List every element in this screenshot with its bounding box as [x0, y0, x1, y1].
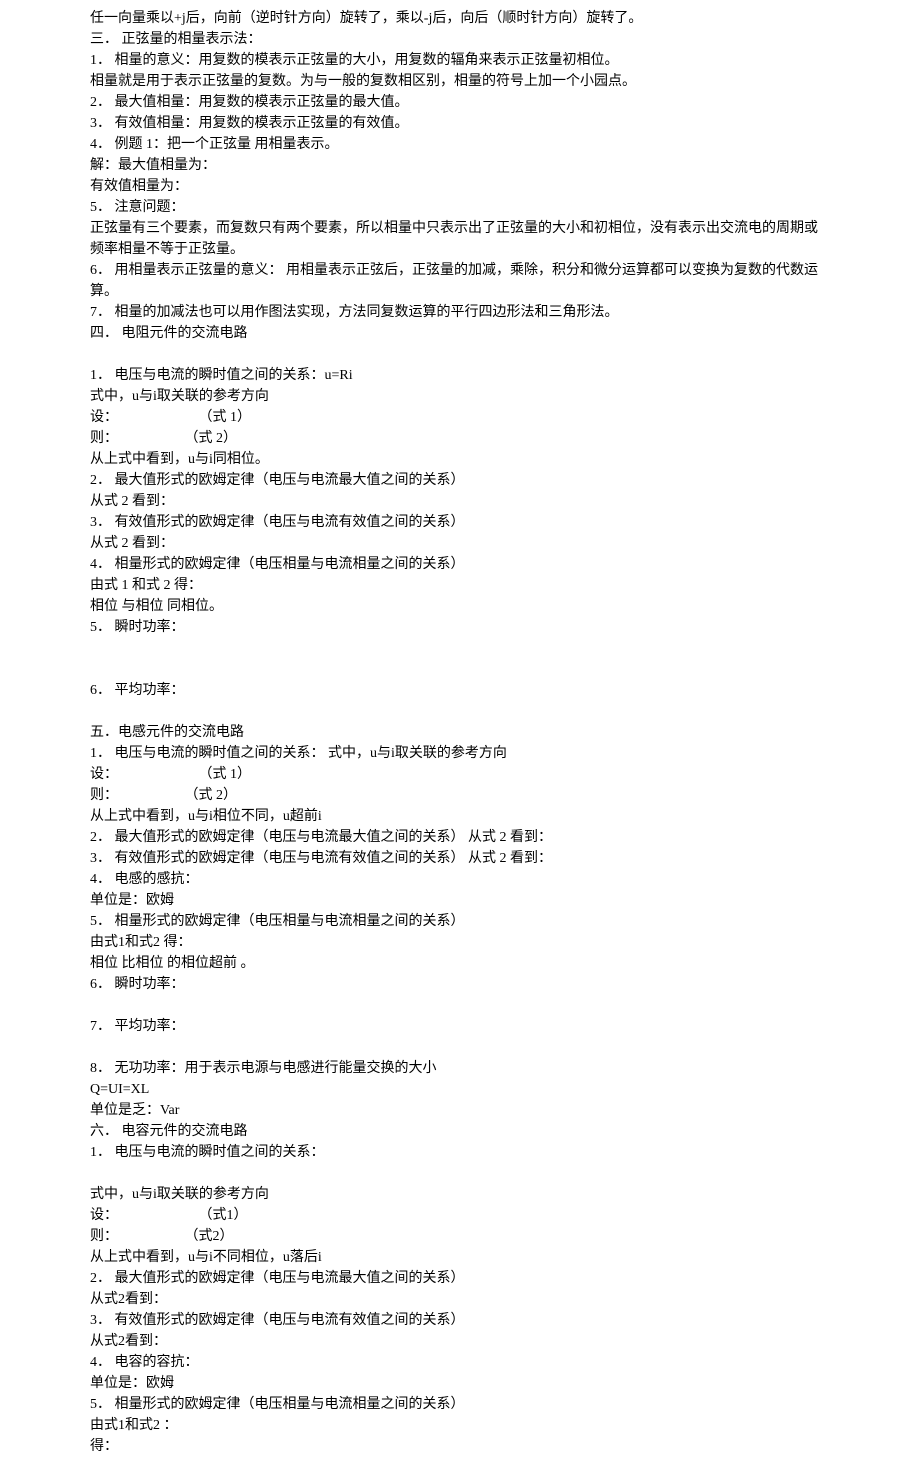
text-line: 式中，u与i取关联的参考方向	[90, 1184, 830, 1205]
text-line: 5． 相量形式的欧姆定律（电压相量与电流相量之间的关系）	[90, 911, 830, 932]
text-line	[90, 638, 830, 659]
text-line: 由式 1 和式 2 得：	[90, 575, 830, 596]
text-line: 设： （式1）	[90, 1205, 830, 1226]
text-line	[90, 344, 830, 365]
text-line: 单位是乏：Var	[90, 1100, 830, 1121]
text-line: 6． 瞬时功率：	[90, 974, 830, 995]
text-line: 正弦量有三个要素，而复数只有两个要素，所以相量中只表示出了正弦量的大小和初相位，…	[90, 218, 830, 260]
text-line: 4． 电感的感抗：	[90, 869, 830, 890]
text-line: 单位是：欧姆	[90, 890, 830, 911]
text-line: 从上式中看到，u与i不同相位，u落后i	[90, 1247, 830, 1268]
text-line: 8． 无功功率：用于表示电源与电感进行能量交换的大小	[90, 1058, 830, 1079]
text-line: 相位 比相位 的相位超前 。	[90, 953, 830, 974]
text-line: 3． 有效值形式的欧姆定律（电压与电流有效值之间的关系）	[90, 512, 830, 533]
text-line	[90, 1163, 830, 1184]
text-line: 4． 电容的容抗：	[90, 1352, 830, 1373]
text-line: 1． 电压与电流的瞬时值之间的关系：u=Ri	[90, 365, 830, 386]
text-line: 六． 电容元件的交流电路	[90, 1121, 830, 1142]
text-line: 1． 电压与电流的瞬时值之间的关系： 式中，u与i取关联的参考方向	[90, 743, 830, 764]
text-line: 6． 用相量表示正弦量的意义： 用相量表示正弦后，正弦量的加减，乘除，积分和微分…	[90, 260, 830, 302]
text-line: 四． 电阻元件的交流电路	[90, 323, 830, 344]
text-line: 相量就是用于表示正弦量的复数。为与一般的复数相区别，相量的符号上加一个小园点。	[90, 71, 830, 92]
text-line: 7． 相量的加减法也可以用作图法实现，方法同复数运算的平行四边形法和三角形法。	[90, 302, 830, 323]
text-line	[90, 1037, 830, 1058]
text-line: 从上式中看到，u与i相位不同，u超前i	[90, 806, 830, 827]
text-line: Q=UI=XL	[90, 1079, 830, 1100]
text-line: 从式2看到：	[90, 1289, 830, 1310]
text-line: 2． 最大值相量：用复数的模表示正弦量的最大值。	[90, 92, 830, 113]
text-line: 4． 例题 1：把一个正弦量 用相量表示。	[90, 134, 830, 155]
text-line: 由式1和式2 得：	[90, 932, 830, 953]
text-line: 5． 相量形式的欧姆定律（电压相量与电流相量之间的关系）	[90, 1394, 830, 1415]
text-line: 1． 电压与电流的瞬时值之间的关系：	[90, 1142, 830, 1163]
text-line: 解：最大值相量为：	[90, 155, 830, 176]
text-line: 由式1和式2 ：	[90, 1415, 830, 1436]
text-line: 从式2看到：	[90, 1331, 830, 1352]
text-line	[90, 995, 830, 1016]
text-line: 7． 平均功率：	[90, 1016, 830, 1037]
text-line: 3． 有效值形式的欧姆定律（电压与电流有效值之间的关系） 从式 2 看到：	[90, 848, 830, 869]
text-line: 2． 最大值形式的欧姆定律（电压与电流最大值之间的关系）	[90, 1268, 830, 1289]
text-line: 5． 注意问题：	[90, 197, 830, 218]
text-line: 相位 与相位 同相位。	[90, 596, 830, 617]
text-line: 1． 相量的意义：用复数的模表示正弦量的大小，用复数的辐角来表示正弦量初相位。	[90, 50, 830, 71]
text-line: 五．电感元件的交流电路	[90, 722, 830, 743]
document-content: 任一向量乘以+j后，向前（逆时针方向）旋转了，乘以-j后，向后（顺时针方向）旋转…	[90, 8, 830, 1457]
text-line: 从式 2 看到：	[90, 533, 830, 554]
text-line	[90, 659, 830, 680]
text-line: 6． 平均功率：	[90, 680, 830, 701]
text-line: 单位是：欧姆	[90, 1373, 830, 1394]
text-line: 4． 相量形式的欧姆定律（电压相量与电流相量之间的关系）	[90, 554, 830, 575]
text-line: 有效值相量为：	[90, 176, 830, 197]
text-line: 三． 正弦量的相量表示法：	[90, 29, 830, 50]
text-line: 3． 有效值相量：用复数的模表示正弦量的有效值。	[90, 113, 830, 134]
text-line: 2． 最大值形式的欧姆定律（电压与电流最大值之间的关系） 从式 2 看到：	[90, 827, 830, 848]
text-line: 2． 最大值形式的欧姆定律（电压与电流最大值之间的关系）	[90, 470, 830, 491]
text-line: 从上式中看到，u与i同相位。	[90, 449, 830, 470]
text-line: 则： （式 2）	[90, 785, 830, 806]
text-line: 式中，u与i取关联的参考方向	[90, 386, 830, 407]
text-line: 则： （式2）	[90, 1226, 830, 1247]
text-line: 3． 有效值形式的欧姆定律（电压与电流有效值之间的关系）	[90, 1310, 830, 1331]
text-line	[90, 701, 830, 722]
text-line: 从式 2 看到：	[90, 491, 830, 512]
text-line: 设： （式 1）	[90, 764, 830, 785]
text-line: 任一向量乘以+j后，向前（逆时针方向）旋转了，乘以-j后，向后（顺时针方向）旋转…	[90, 8, 830, 29]
text-line: 得：	[90, 1436, 830, 1457]
text-line: 则： （式 2）	[90, 428, 830, 449]
text-line: 5． 瞬时功率：	[90, 617, 830, 638]
text-line: 设： （式 1）	[90, 407, 830, 428]
